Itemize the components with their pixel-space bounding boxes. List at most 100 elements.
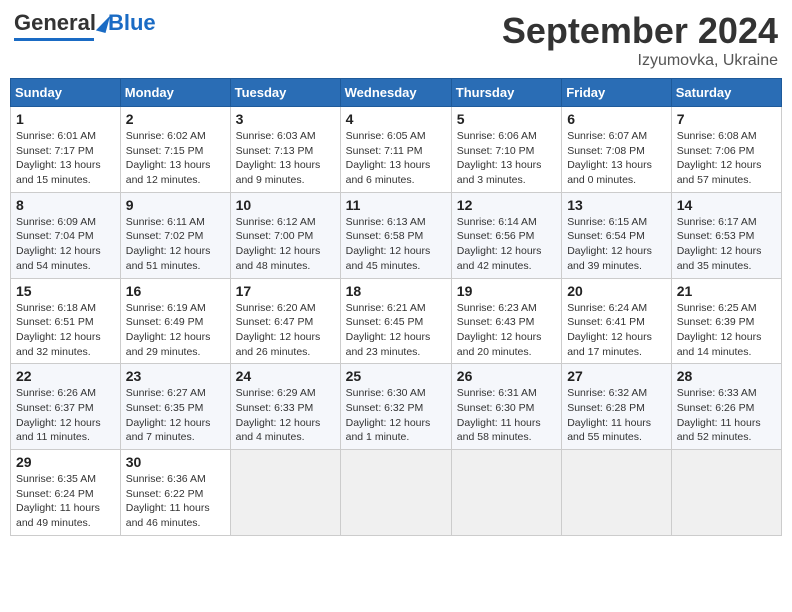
day-info: Sunrise: 6:06 AMSunset: 7:10 PMDaylight:… <box>457 129 556 188</box>
day-info: Sunrise: 6:03 AMSunset: 7:13 PMDaylight:… <box>236 129 335 188</box>
day-info: Sunrise: 6:31 AMSunset: 6:30 PMDaylight:… <box>457 386 556 445</box>
day-number: 26 <box>457 368 556 384</box>
day-number: 25 <box>346 368 446 384</box>
day-number: 28 <box>677 368 776 384</box>
day-number: 6 <box>567 111 666 127</box>
calendar-cell: 24 Sunrise: 6:29 AMSunset: 6:33 PMDayligh… <box>230 364 340 450</box>
day-number: 2 <box>126 111 225 127</box>
day-info: Sunrise: 6:19 AMSunset: 6:49 PMDaylight:… <box>126 301 225 360</box>
calendar-cell: 19 Sunrise: 6:23 AMSunset: 6:43 PMDayligh… <box>451 278 561 364</box>
day-number: 4 <box>346 111 446 127</box>
calendar-cell: 10Sunrise: 6:12 AMSunset: 7:00 PMDayligh… <box>230 192 340 278</box>
calendar-cell: 5 Sunrise: 6:06 AMSunset: 7:10 PMDaylight… <box>451 107 561 193</box>
day-number: 22 <box>16 368 115 384</box>
calendar-table: SundayMondayTuesdayWednesdayThursdayFrid… <box>10 78 782 536</box>
week-row: 29 Sunrise: 6:35 AMSunset: 6:24 PMDayligh… <box>11 450 782 536</box>
day-number: 24 <box>236 368 335 384</box>
day-info: Sunrise: 6:02 AMSunset: 7:15 PMDaylight:… <box>126 129 225 188</box>
calendar-cell <box>451 450 561 536</box>
logo-underline <box>14 38 94 41</box>
day-info: Sunrise: 6:15 AMSunset: 6:54 PMDaylight:… <box>567 215 666 274</box>
calendar-cell <box>340 450 451 536</box>
calendar-cell: 4 Sunrise: 6:05 AMSunset: 7:11 PMDaylight… <box>340 107 451 193</box>
calendar-cell <box>562 450 672 536</box>
day-number: 17 <box>236 283 335 299</box>
day-info: Sunrise: 6:35 AMSunset: 6:24 PMDaylight:… <box>16 472 115 531</box>
calendar-cell: 12Sunrise: 6:14 AMSunset: 6:56 PMDayligh… <box>451 192 561 278</box>
day-number: 14 <box>677 197 776 213</box>
week-row: 15 Sunrise: 6:18 AMSunset: 6:51 PMDayligh… <box>11 278 782 364</box>
calendar-cell: 25 Sunrise: 6:30 AMSunset: 6:32 PMDayligh… <box>340 364 451 450</box>
day-number: 16 <box>126 283 225 299</box>
day-info: Sunrise: 6:24 AMSunset: 6:41 PMDaylight:… <box>567 301 666 360</box>
calendar-cell: 22 Sunrise: 6:26 AMSunset: 6:37 PMDayligh… <box>11 364 121 450</box>
weekday-header: Friday <box>562 79 672 107</box>
calendar-cell: 2 Sunrise: 6:02 AMSunset: 7:15 PMDaylight… <box>120 107 230 193</box>
calendar-cell: 29 Sunrise: 6:35 AMSunset: 6:24 PMDayligh… <box>11 450 121 536</box>
day-info: Sunrise: 6:33 AMSunset: 6:26 PMDaylight:… <box>677 386 776 445</box>
day-info: Sunrise: 6:18 AMSunset: 6:51 PMDaylight:… <box>16 301 115 360</box>
day-info: Sunrise: 6:09 AMSunset: 7:04 PMDaylight:… <box>16 215 115 274</box>
day-number: 18 <box>346 283 446 299</box>
day-info: Sunrise: 6:25 AMSunset: 6:39 PMDaylight:… <box>677 301 776 360</box>
calendar-cell: 30Sunrise: 6:36 AMSunset: 6:22 PMDayligh… <box>120 450 230 536</box>
calendar-cell: 18Sunrise: 6:21 AMSunset: 6:45 PMDayligh… <box>340 278 451 364</box>
weekday-header: Tuesday <box>230 79 340 107</box>
day-info: Sunrise: 6:26 AMSunset: 6:37 PMDaylight:… <box>16 386 115 445</box>
day-number: 1 <box>16 111 115 127</box>
day-info: Sunrise: 6:27 AMSunset: 6:35 PMDaylight:… <box>126 386 225 445</box>
calendar-cell: 13 Sunrise: 6:15 AMSunset: 6:54 PMDayligh… <box>562 192 672 278</box>
calendar-cell: 21 Sunrise: 6:25 AMSunset: 6:39 PMDayligh… <box>671 278 781 364</box>
calendar-cell: 8 Sunrise: 6:09 AMSunset: 7:04 PMDaylight… <box>11 192 121 278</box>
day-info: Sunrise: 6:29 AMSunset: 6:33 PMDaylight:… <box>236 386 335 445</box>
day-number: 3 <box>236 111 335 127</box>
day-number: 7 <box>677 111 776 127</box>
day-number: 19 <box>457 283 556 299</box>
weekday-header-row: SundayMondayTuesdayWednesdayThursdayFrid… <box>11 79 782 107</box>
day-number: 8 <box>16 197 115 213</box>
weekday-header: Sunday <box>11 79 121 107</box>
calendar-cell: 27Sunrise: 6:32 AMSunset: 6:28 PMDayligh… <box>562 364 672 450</box>
calendar-cell: 14 Sunrise: 6:17 AMSunset: 6:53 PMDayligh… <box>671 192 781 278</box>
logo: General Blue <box>14 10 156 41</box>
day-info: Sunrise: 6:14 AMSunset: 6:56 PMDaylight:… <box>457 215 556 274</box>
day-number: 11 <box>346 197 446 213</box>
title-area: September 2024 Izyumovka, Ukraine <box>502 10 778 70</box>
month-title: September 2024 <box>502 10 778 52</box>
day-info: Sunrise: 6:13 AMSunset: 6:58 PMDaylight:… <box>346 215 446 274</box>
calendar-cell: 11 Sunrise: 6:13 AMSunset: 6:58 PMDayligh… <box>340 192 451 278</box>
day-info: Sunrise: 6:23 AMSunset: 6:43 PMDaylight:… <box>457 301 556 360</box>
location-text: Izyumovka, Ukraine <box>502 52 778 70</box>
day-number: 5 <box>457 111 556 127</box>
day-number: 29 <box>16 454 115 470</box>
day-info: Sunrise: 6:17 AMSunset: 6:53 PMDaylight:… <box>677 215 776 274</box>
calendar-cell <box>671 450 781 536</box>
week-row: 22 Sunrise: 6:26 AMSunset: 6:37 PMDayligh… <box>11 364 782 450</box>
day-info: Sunrise: 6:05 AMSunset: 7:11 PMDaylight:… <box>346 129 446 188</box>
day-number: 27 <box>567 368 666 384</box>
page-header: General Blue September 2024 Izyumovka, U… <box>10 10 782 70</box>
day-number: 20 <box>567 283 666 299</box>
day-info: Sunrise: 6:07 AMSunset: 7:08 PMDaylight:… <box>567 129 666 188</box>
day-number: 10 <box>236 197 335 213</box>
week-row: 1Sunrise: 6:01 AMSunset: 7:17 PMDaylight… <box>11 107 782 193</box>
day-number: 23 <box>126 368 225 384</box>
calendar-cell: 9Sunrise: 6:11 AMSunset: 7:02 PMDaylight… <box>120 192 230 278</box>
week-row: 8 Sunrise: 6:09 AMSunset: 7:04 PMDaylight… <box>11 192 782 278</box>
calendar-cell: 17 Sunrise: 6:20 AMSunset: 6:47 PMDayligh… <box>230 278 340 364</box>
logo-blue-text: Blue <box>108 10 156 36</box>
day-number: 15 <box>16 283 115 299</box>
calendar-cell: 7 Sunrise: 6:08 AMSunset: 7:06 PMDaylight… <box>671 107 781 193</box>
day-info: Sunrise: 6:30 AMSunset: 6:32 PMDaylight:… <box>346 386 446 445</box>
calendar-cell <box>230 450 340 536</box>
day-info: Sunrise: 6:08 AMSunset: 7:06 PMDaylight:… <box>677 129 776 188</box>
calendar-cell: 15 Sunrise: 6:18 AMSunset: 6:51 PMDayligh… <box>11 278 121 364</box>
logo-general-text: General <box>14 10 96 36</box>
day-info: Sunrise: 6:20 AMSunset: 6:47 PMDaylight:… <box>236 301 335 360</box>
day-number: 21 <box>677 283 776 299</box>
day-info: Sunrise: 6:36 AMSunset: 6:22 PMDaylight:… <box>126 472 225 531</box>
day-number: 13 <box>567 197 666 213</box>
calendar-cell: 1Sunrise: 6:01 AMSunset: 7:17 PMDaylight… <box>11 107 121 193</box>
weekday-header: Thursday <box>451 79 561 107</box>
day-info: Sunrise: 6:11 AMSunset: 7:02 PMDaylight:… <box>126 215 225 274</box>
